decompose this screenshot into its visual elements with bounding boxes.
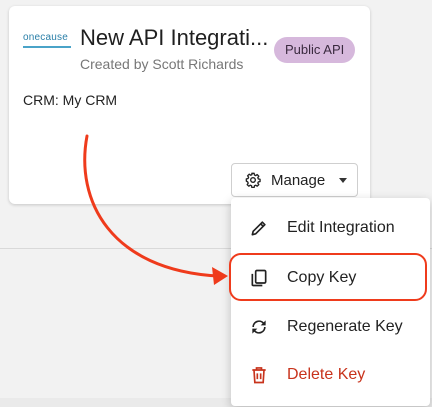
menu-item-label: Copy Key (287, 269, 357, 286)
menu-item-delete-key[interactable]: Delete Key (231, 352, 430, 398)
trash-icon (252, 367, 266, 384)
manage-menu: Edit Integration Copy Key Regenerate Key… (231, 198, 430, 406)
menu-item-label: Delete Key (287, 366, 366, 383)
integration-title[interactable]: New API Integrati... (80, 25, 270, 51)
logo-text: onecause (23, 32, 68, 43)
caret-down-icon (339, 178, 347, 183)
menu-item-regenerate-key[interactable]: Regenerate Key (231, 304, 430, 350)
annotation-arrow-head (212, 267, 228, 285)
integration-card: onecause New API Integrati... Created by… (9, 6, 370, 204)
menu-item-copy-key[interactable]: Copy Key (231, 255, 430, 301)
copy-icon (251, 269, 267, 287)
crm-label: CRM: My CRM (23, 92, 118, 108)
gear-icon (245, 172, 261, 188)
manage-label: Manage (271, 171, 326, 189)
menu-item-label: Edit Integration (287, 219, 395, 236)
created-by-label: Created by Scott Richards (80, 56, 244, 72)
manage-button[interactable]: Manage (231, 163, 358, 197)
onecause-logo: onecause (23, 30, 73, 50)
logo-underline (23, 46, 71, 48)
pencil-icon (251, 221, 266, 236)
public-api-badge: Public API (274, 37, 356, 63)
refresh-icon (252, 320, 266, 334)
menu-item-label: Regenerate Key (287, 318, 403, 335)
menu-item-edit-integration[interactable]: Edit Integration (231, 205, 430, 251)
